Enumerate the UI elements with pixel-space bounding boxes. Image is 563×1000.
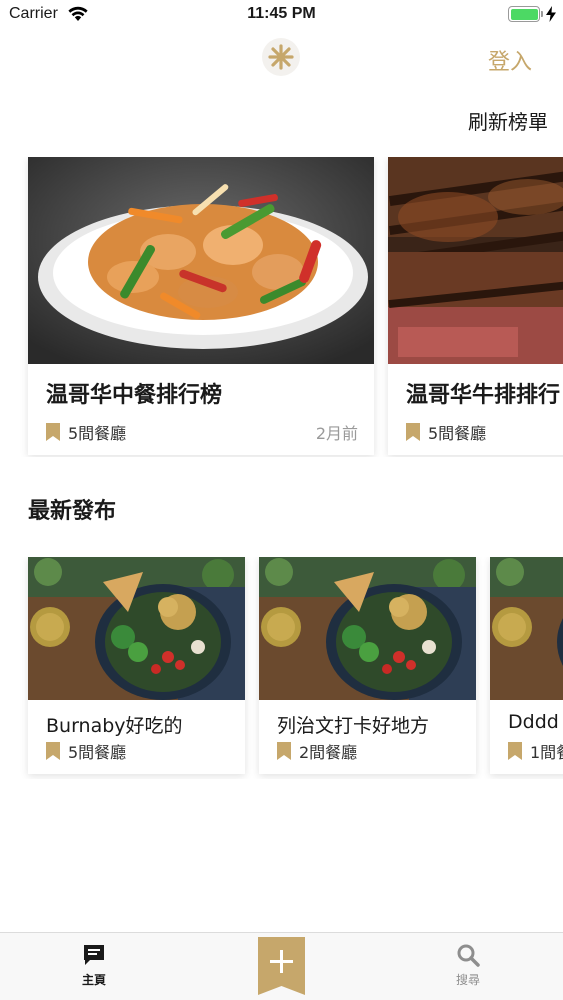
salad-bowl-photo: [259, 557, 476, 700]
restaurant-count: 5間餐廳: [68, 743, 127, 762]
restaurant-count: 5間餐廳: [68, 424, 127, 443]
tab-search[interactable]: 搜尋: [418, 933, 518, 1000]
asterisk-logo-icon[interactable]: [262, 38, 300, 76]
restaurant-count: 1間餐廳: [530, 743, 563, 762]
bookmark-icon: [406, 423, 420, 441]
tab-home-label: 主頁: [81, 973, 106, 987]
magnifier-icon: [457, 944, 480, 967]
ranking-card[interactable]: 温哥华牛排排行 5間餐廳: [388, 157, 563, 455]
tab-home[interactable]: 主頁: [44, 933, 144, 1000]
latest-title: 列治文打卡好地方: [277, 715, 430, 737]
clock: 11:45 PM: [247, 5, 316, 22]
refresh-rankings-button[interactable]: 刷新榜單: [468, 106, 548, 135]
bookmark-icon: [46, 742, 60, 760]
latest-card[interactable]: Dddd 1間餐廳: [490, 557, 563, 774]
ranking-card[interactable]: 温哥华中餐排行榜 5間餐廳 2月前: [28, 157, 374, 455]
bookmark-icon: [46, 423, 60, 441]
bookmark-icon: [508, 742, 522, 760]
latest-title: Burnaby好吃的: [46, 715, 183, 737]
bookmark-icon: [277, 742, 291, 760]
rankings-carousel[interactable]: 温哥华中餐排行榜 5間餐廳 2月前 温哥华牛排排行 5間餐廳: [0, 157, 563, 457]
restaurant-count: 2間餐廳: [299, 743, 358, 762]
latest-section-title: 最新發布: [28, 499, 117, 524]
chat-bubble-icon: [84, 945, 104, 965]
restaurant-count: 5間餐廳: [428, 424, 487, 443]
add-list-button[interactable]: [258, 937, 305, 995]
charging-bolt-icon: [546, 6, 556, 22]
salad-bowl-photo: [490, 557, 563, 700]
status-bar: Carrier 11:45 PM: [0, 0, 563, 30]
latest-card[interactable]: 列治文打卡好地方 2間餐廳: [259, 557, 476, 774]
latest-card[interactable]: Burnaby好吃的 5間餐廳: [28, 557, 245, 774]
ranking-title: 温哥华中餐排行榜: [46, 383, 223, 408]
login-button[interactable]: 登入: [488, 44, 532, 76]
ranking-title: 温哥华牛排排行: [406, 383, 561, 408]
time-ago: 2月前: [315, 424, 358, 443]
grilled-steak-photo: [388, 157, 563, 364]
latest-title: Dddd: [508, 711, 559, 733]
stir-fry-shrimp-photo: [28, 157, 374, 364]
tab-search-label: 搜尋: [455, 973, 480, 987]
battery-icon: [508, 6, 540, 22]
latest-carousel[interactable]: Burnaby好吃的 5間餐廳 列治文打卡好地方 2間餐廳 Dddd 1間: [0, 557, 563, 779]
salad-bowl-photo: [28, 557, 245, 700]
